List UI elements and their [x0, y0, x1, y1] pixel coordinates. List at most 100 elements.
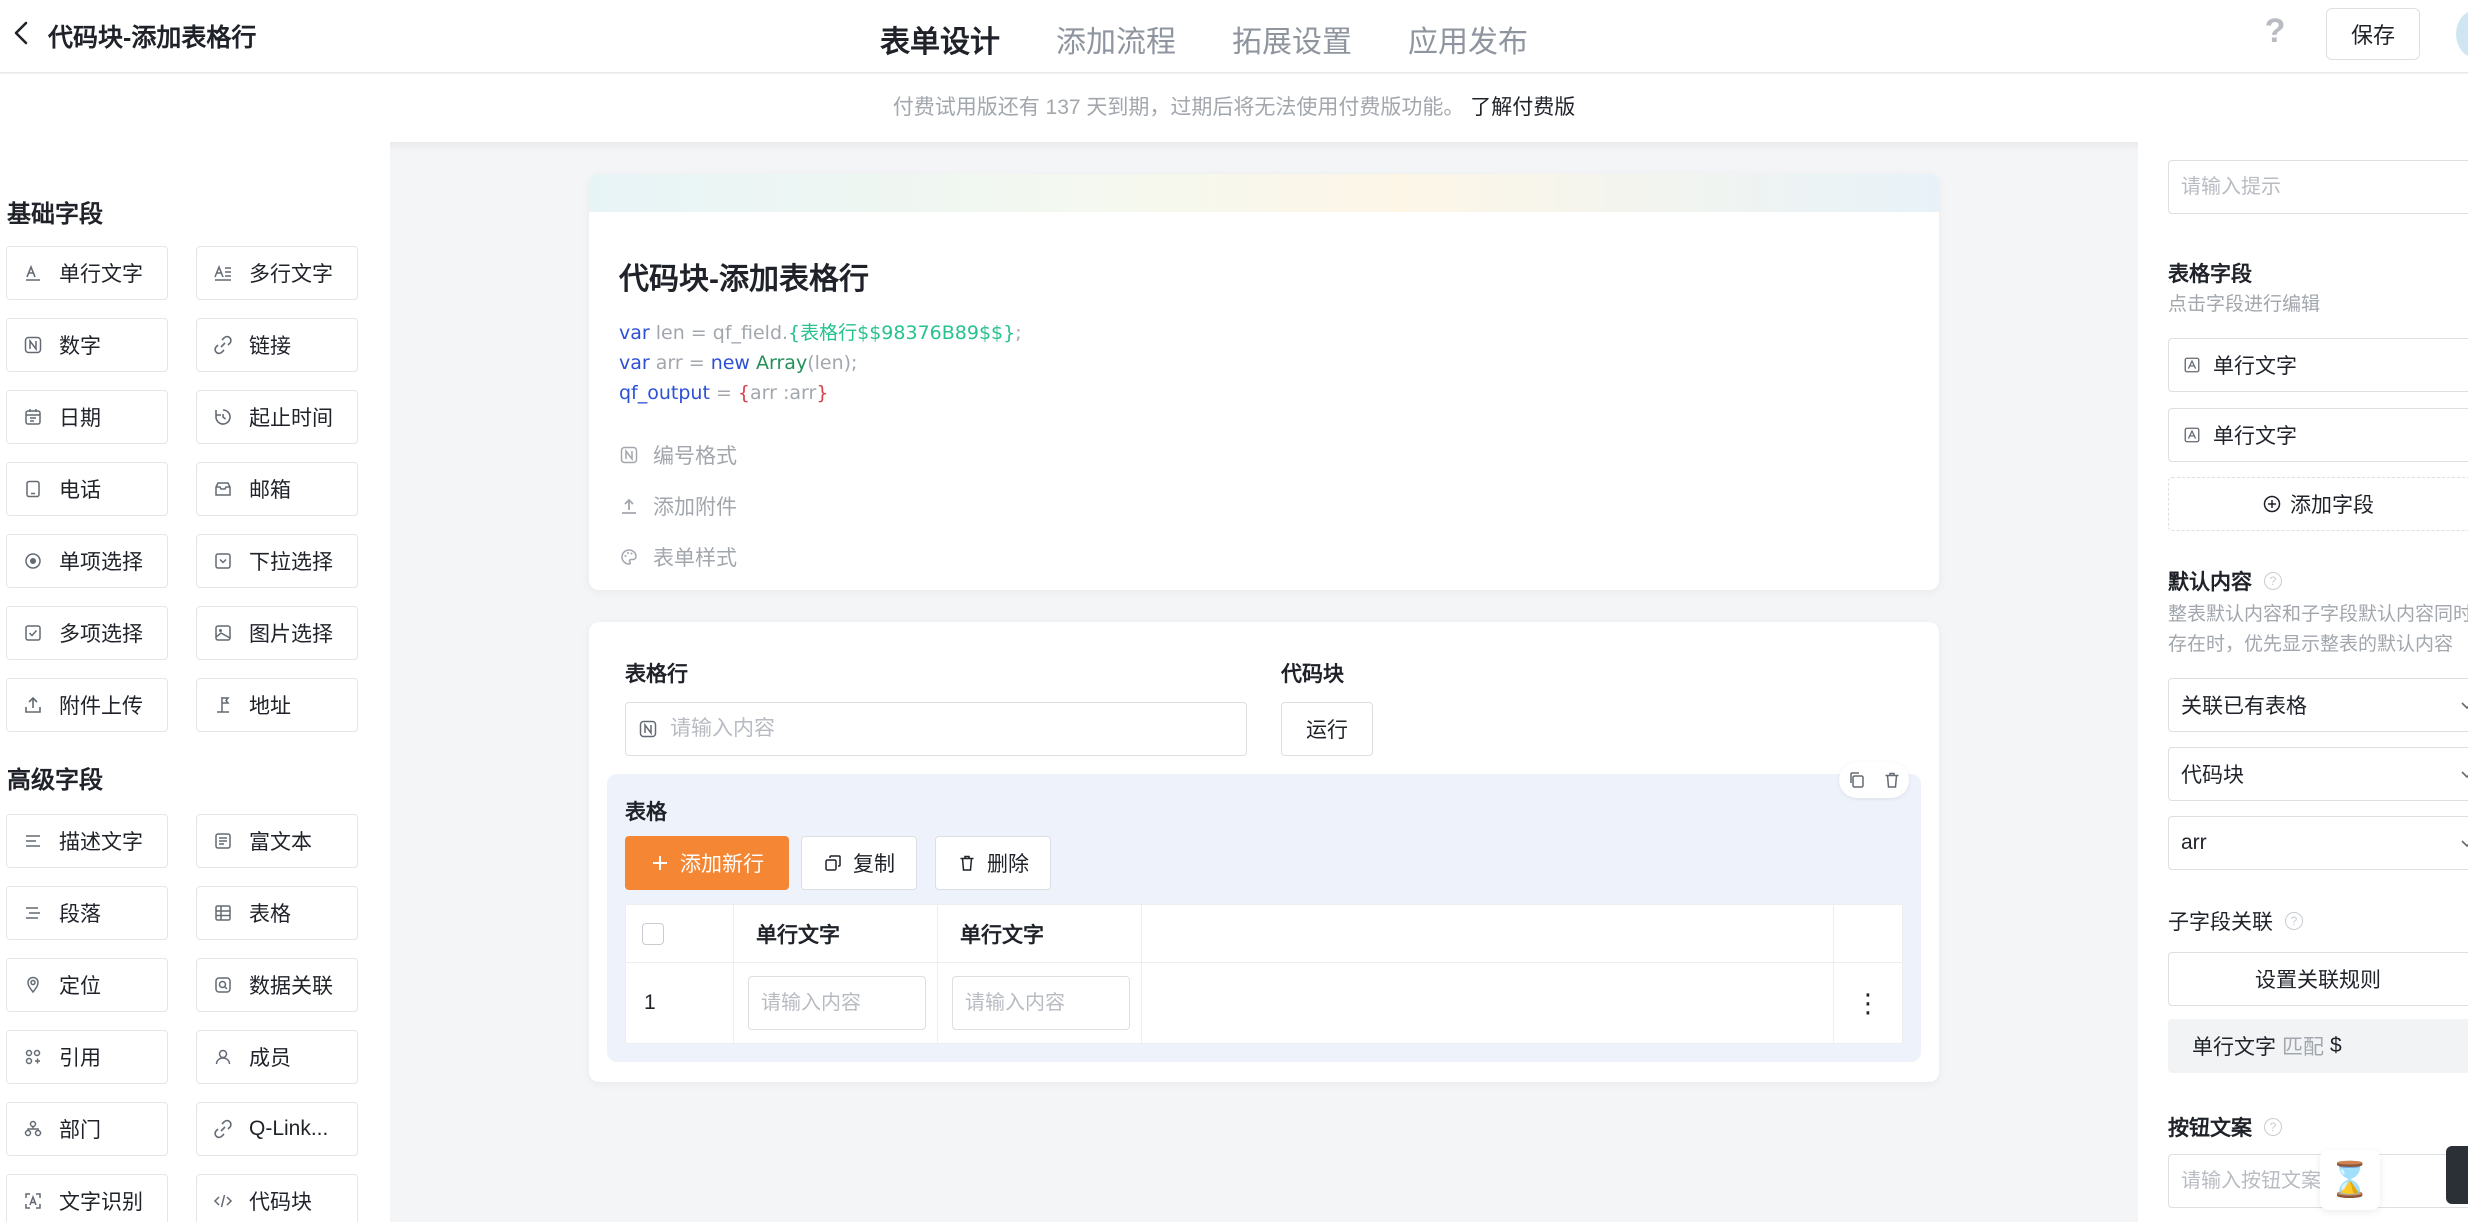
text-icon — [2183, 356, 2201, 374]
plus-icon — [650, 853, 670, 873]
learn-paid-link[interactable]: 了解付费版 — [1470, 96, 1575, 119]
table-field-block[interactable]: 表格 添加新行 复制 删除 单行文字 单行文字 1 请输入内容 请输入内容 ⋮ — [607, 762, 1921, 1062]
default-source-select[interactable]: 关联已有表格 — [2168, 678, 2468, 732]
form-title[interactable]: 代码块-添加表格行 — [619, 254, 869, 298]
row-cell — [938, 963, 1142, 1043]
app-title: 代码块-添加表格行 — [48, 24, 257, 52]
table-field-item[interactable]: 单行文字 — [2168, 408, 2468, 462]
field-phone[interactable]: 电话 — [6, 462, 168, 516]
table-field-item[interactable]: 单行文字 — [2168, 338, 2468, 392]
question-circle-icon[interactable]: ? — [2264, 1118, 2282, 1136]
delete-button[interactable]: 删除 — [935, 836, 1051, 890]
field-location[interactable]: 定位 — [6, 958, 168, 1012]
field-table[interactable]: 表格 — [196, 886, 358, 940]
field-link[interactable]: 链接 — [196, 318, 358, 372]
table-header-row: 单行文字 单行文字 — [626, 905, 1902, 963]
field-reference[interactable]: 引用 — [6, 1030, 168, 1084]
field-time-range[interactable]: 起止时间 — [196, 390, 358, 444]
field-member[interactable]: 成员 — [196, 1030, 358, 1084]
row-text-input[interactable] — [952, 976, 1130, 1030]
subtable-grid: 单行文字 单行文字 1 ⋮ — [625, 904, 1903, 1044]
field-paragraph[interactable]: 段落 — [6, 886, 168, 940]
number-icon — [638, 719, 658, 739]
row-cell — [734, 963, 938, 1043]
more-vertical-icon[interactable]: ⋮ — [1834, 990, 1902, 1016]
option-number-format[interactable]: 编号格式 — [619, 440, 737, 470]
field-code-block[interactable]: 代码块 — [196, 1174, 358, 1222]
field-mail[interactable]: 邮箱 — [196, 462, 358, 516]
tab-add-workflow[interactable]: 添加流程 — [1056, 0, 1176, 73]
advanced-fields-list: 描述文字 富文本 段落 表格 定位 数据关联 引用 成员 部门 Q-Link..… — [6, 814, 358, 1222]
field-multiline-text[interactable]: 多行文字 — [196, 246, 358, 300]
calendar-icon — [23, 407, 43, 427]
field-address[interactable]: 地址 — [196, 678, 358, 732]
row-text-input[interactable] — [748, 976, 926, 1030]
side-toggle-button[interactable] — [2446, 1146, 2468, 1204]
hourglass-icon[interactable]: ⌛ — [2320, 1150, 2380, 1210]
back-button[interactable] — [6, 18, 36, 48]
field-multi-choice[interactable]: 多项选择 — [6, 606, 168, 660]
checkbox-icon — [23, 623, 43, 643]
hint-input[interactable] — [2168, 160, 2468, 214]
child-field-link-label: 子字段关联? — [2168, 906, 2303, 936]
add-field-button[interactable]: 添加字段 — [2168, 477, 2468, 531]
form-header-card[interactable]: 代码块-添加表格行 var len = qf_field.{表格行$$98376… — [589, 174, 1939, 590]
link-icon — [213, 335, 233, 355]
chevron-down-icon — [2461, 771, 2468, 779]
table-fields-label: 表格字段 — [2168, 263, 2252, 286]
option-form-style[interactable]: 表单样式 — [619, 542, 737, 572]
qlink-icon — [213, 1119, 233, 1139]
chevron-down-icon — [2461, 840, 2468, 848]
field-description[interactable]: 描述文字 — [6, 814, 168, 868]
select-all-checkbox[interactable] — [642, 922, 664, 945]
field-dropdown[interactable]: 下拉选择 — [196, 534, 358, 588]
field-date[interactable]: 日期 — [6, 390, 168, 444]
header-select-cell — [626, 905, 734, 962]
tab-app-publish[interactable]: 应用发布 — [1408, 0, 1528, 73]
set-link-rule-button[interactable]: 设置关联规则 — [2168, 952, 2468, 1006]
column-header: 单行文字 — [938, 905, 1142, 962]
linked-table-select[interactable]: 代码块 — [2168, 747, 2468, 801]
button-text-input[interactable] — [2168, 1154, 2468, 1208]
table-field-title: 表格 — [625, 801, 667, 824]
row-index: 1 — [626, 963, 734, 1043]
field-single-text[interactable]: 单行文字 — [6, 246, 168, 300]
column-header: 单行文字 — [734, 905, 938, 962]
field-number[interactable]: 数字 — [6, 318, 168, 372]
tab-extension-settings[interactable]: 拓展设置 — [1232, 0, 1352, 73]
field-data-link[interactable]: 数据关联 — [196, 958, 358, 1012]
question-circle-icon[interactable]: ? — [2285, 912, 2303, 930]
duplicate-icon[interactable] — [1847, 770, 1867, 790]
link-rule-item[interactable]: 单行文字 匹配 $ — [2168, 1019, 2468, 1073]
avatar[interactable] — [2456, 10, 2468, 58]
button-text-label: 按钮文案? — [2168, 1112, 2282, 1142]
number-icon — [23, 335, 43, 355]
header-spacer — [1142, 905, 1834, 962]
table-row: 1 ⋮ — [626, 963, 1902, 1043]
table-row-field[interactable] — [625, 702, 1247, 756]
field-rich-text[interactable]: 富文本 — [196, 814, 358, 868]
field-ocr[interactable]: 文字识别 — [6, 1174, 168, 1222]
header-action-cell — [1834, 905, 1902, 962]
trash-icon[interactable] — [1882, 770, 1902, 790]
run-button[interactable]: 运行 — [1281, 702, 1373, 756]
option-add-attachment[interactable]: 添加附件 — [619, 491, 737, 521]
tab-form-design[interactable]: 表单设计 — [880, 0, 1000, 87]
field-qlink[interactable]: Q-Link... — [196, 1102, 358, 1156]
question-circle-icon[interactable]: ? — [2264, 572, 2282, 590]
table-row-input[interactable] — [670, 717, 1230, 741]
field-attachment[interactable]: 附件上传 — [6, 678, 168, 732]
field-department[interactable]: 部门 — [6, 1102, 168, 1156]
code-line-3: qf_output = {arr :arr} — [619, 382, 829, 404]
field-single-choice[interactable]: 单项选择 — [6, 534, 168, 588]
copy-button[interactable]: 复制 — [801, 836, 917, 890]
field-image-choice[interactable]: 图片选择 — [196, 606, 358, 660]
form-banner — [589, 174, 1939, 212]
row-action-cell: ⋮ — [1834, 963, 1902, 1043]
form-description-code[interactable]: var len = qf_field.{表格行$$98376B89$$}; va… — [619, 318, 1022, 408]
help-icon[interactable]: ? — [2258, 14, 2292, 48]
add-row-button[interactable]: 添加新行 — [625, 836, 789, 890]
output-key-select[interactable]: arr — [2168, 816, 2468, 870]
save-button[interactable]: 保存 — [2326, 8, 2420, 60]
basic-fields-title: 基础字段 — [7, 201, 103, 228]
